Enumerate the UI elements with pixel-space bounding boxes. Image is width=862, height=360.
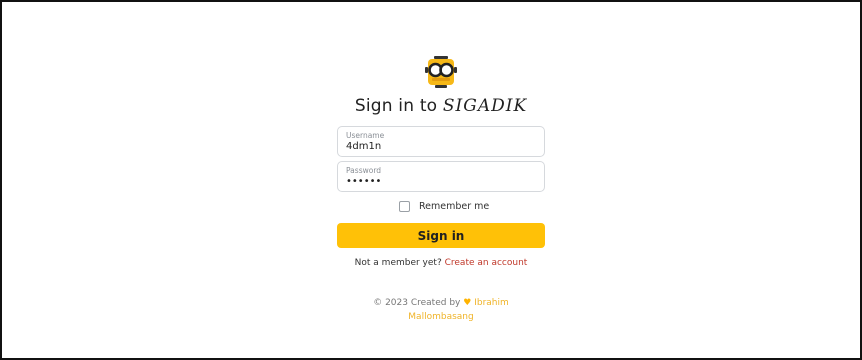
footer: © 2023 Created by ♥ Ibrahim Mallombasang (2, 296, 862, 324)
password-input[interactable] (346, 176, 526, 187)
create-account-link[interactable]: Create an account (445, 258, 528, 268)
login-page: Sign in to SIGADIK Username Password Rem… (0, 0, 862, 360)
brand-name: SIGADIK (442, 96, 528, 116)
heart-icon: ♥ (463, 298, 472, 308)
remember-me[interactable]: Remember me (399, 201, 489, 212)
author-first-name[interactable]: Ibrahim (474, 298, 509, 308)
username-input[interactable] (346, 141, 526, 152)
member-text: Not a member yet? (354, 258, 442, 268)
remember-checkbox[interactable] (399, 201, 410, 212)
password-label: Password (346, 166, 382, 175)
robot-glasses-icon (423, 54, 459, 90)
sign-in-button[interactable]: Sign in (337, 223, 545, 248)
author-last-name[interactable]: Mallombasang (408, 312, 473, 322)
signup-prompt: Not a member yet? Create an account (2, 258, 862, 268)
page-title: Sign in to SIGADIK (2, 96, 862, 116)
footer-prefix: © 2023 Created by (373, 298, 461, 308)
title-prefix: Sign in to (354, 96, 438, 116)
password-field[interactable]: Password (337, 161, 545, 192)
username-field[interactable]: Username (337, 126, 545, 157)
username-label: Username (346, 131, 385, 140)
remember-label: Remember me (419, 201, 490, 212)
